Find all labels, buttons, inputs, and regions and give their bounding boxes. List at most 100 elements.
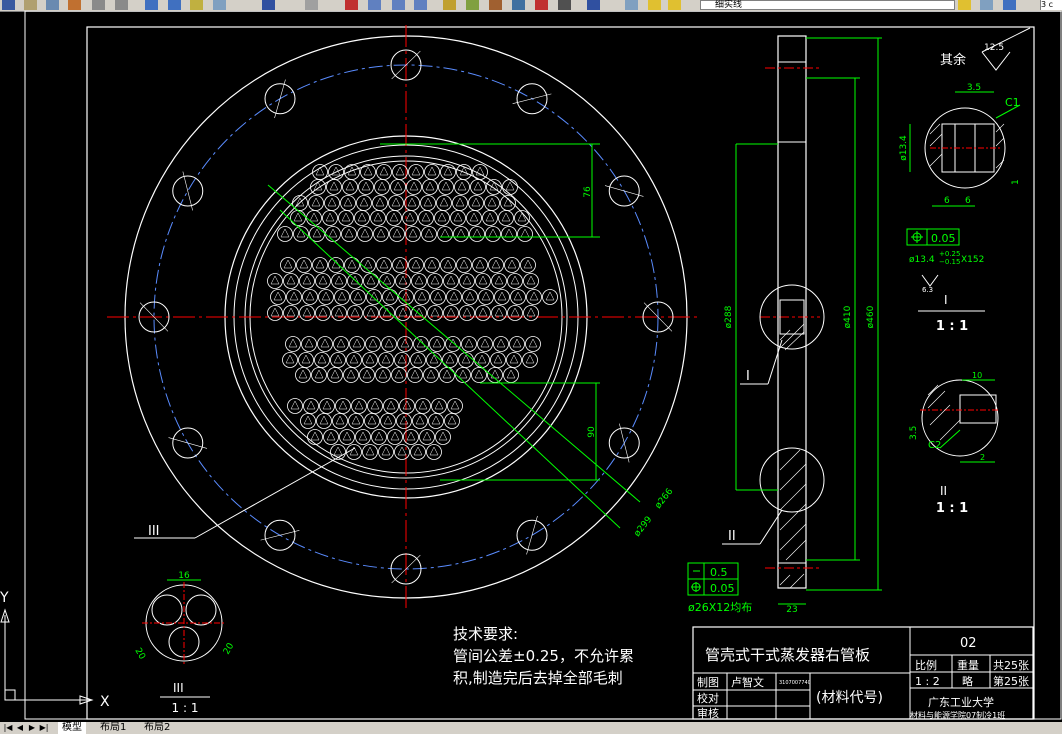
block-icon[interactable] [213,0,226,10]
tube-hole-mark [477,354,487,364]
tube-hole-mark [402,400,412,410]
print-icon[interactable] [24,0,37,10]
bolt-hole-centerline [168,437,208,449]
layer-dropdown[interactable]: 细实线 [700,0,955,10]
dim-90: 90 [587,426,597,438]
detail1-lower-deviation: −0.15 [939,258,960,266]
tube-hole-mark [376,228,386,238]
technical-requirements: 技术要求: 管间公差±0.25，不允许累 积,制造完后去掉全部毛刺 [453,625,634,687]
tool-palette-icon[interactable] [489,0,502,10]
tube-hole-mark [433,291,443,301]
tube-hole-mark [328,228,338,238]
drawing-canvas[interactable]: 76 90 ø266 ø299 III ø288 ø410 ø460 23 I … [0,10,1062,722]
tube-hole-mark [310,431,320,441]
layer-states-icon[interactable] [1003,0,1016,10]
next-tab-icon[interactable]: ▶ [26,722,38,734]
tube-hole-mark [505,181,515,191]
dim-299: ø299 [633,515,655,539]
tube-hole-mark [384,338,394,348]
title-material: (材料代号) [816,690,883,706]
tube-hole-mark [471,197,481,207]
tube-hole-mark [290,400,300,410]
drawing-svg: 76 90 ø266 ø299 III ø288 ø410 ø460 23 I … [0,10,1062,720]
match-properties-icon[interactable] [190,0,203,10]
tube-hole-mark [423,197,433,207]
tab-layout2[interactable]: 布局2 [140,722,174,734]
tube-hole-mark [288,338,298,348]
layer-previous-icon[interactable] [980,0,993,10]
zoom-window-icon[interactable] [368,0,381,10]
tube-hole-mark [317,354,327,364]
tube-hole-mark [318,307,328,317]
tube-hole-mark [517,212,527,222]
tube-hole-mark [472,228,482,238]
tube-hole-mark [353,291,363,301]
tube-hole-mark [474,369,484,379]
help-icon[interactable] [587,0,600,10]
zoom-realtime-icon[interactable] [345,0,358,10]
make-current-icon[interactable] [958,0,971,10]
detail1-chamfer: C1 [1005,96,1020,109]
tube-hole-mark [273,291,283,301]
tube-hole-mark [512,338,522,348]
redo-icon[interactable] [168,0,181,10]
prev-tab-icon[interactable]: ◀ [14,722,26,734]
detail1-scale: 1 : 1 [936,319,968,334]
tube-hole-mark [497,291,507,301]
orbit-icon[interactable] [305,0,318,10]
tab-model[interactable]: 模型 [58,722,86,734]
layer-on-icon[interactable] [648,0,661,10]
tech-line-1: 管间公差±0.25，不允许累 [453,647,634,665]
first-tab-icon[interactable]: |◀ [2,722,14,734]
tube-hole-mark [504,228,514,238]
tube-hole-mark [414,307,424,317]
tube-hole-mark [478,275,488,285]
save-icon[interactable] [2,0,15,10]
cut-icon[interactable] [92,0,105,10]
tube-hole-mark [286,307,296,317]
tube-hole-mark [370,400,380,410]
calculator-icon[interactable] [558,0,571,10]
publish-icon[interactable] [68,0,81,10]
tube-hole-mark [491,259,501,269]
tube-hole-mark [494,307,504,317]
tube-hole-mark [331,259,341,269]
tube-hole-mark [312,228,322,238]
sheet-set-icon[interactable] [512,0,525,10]
tab-layout1[interactable]: 布局1 [96,722,130,734]
tube-hole-mark [357,212,367,222]
tube-hole-mark [381,354,391,364]
tube-hole-mark [446,275,456,285]
tube-hole-mark [330,369,340,379]
copy-icon[interactable] [115,0,128,10]
tube-hole-mark [379,166,389,176]
color-field[interactable]: 3 c [1040,0,1062,10]
markup-icon[interactable] [535,0,548,10]
zoom-extents-icon[interactable] [414,0,427,10]
preview-icon[interactable] [46,0,59,10]
tube-hole-mark [407,197,417,207]
properties-icon[interactable] [443,0,456,10]
undo-icon[interactable] [145,0,158,10]
last-tab-icon[interactable]: ▶| [38,722,50,734]
tube-hole-mark [334,275,344,285]
tube-hole-mark [325,212,335,222]
tube-hole-mark [421,212,431,222]
tube-hole-mark [417,291,427,301]
tube-hole-mark [400,338,410,348]
title-class: 材料与能源学院07制冷1班 [910,710,1005,720]
pan-icon[interactable] [262,0,275,10]
tube-hole-mark [289,291,299,301]
zoom-previous-icon[interactable] [392,0,405,10]
tube-hole-mark [478,307,488,317]
layer-freeze-icon[interactable] [668,0,681,10]
tube-hole-mark [285,354,295,364]
tube-hole-mark [424,228,434,238]
tube-hole-mark [299,259,309,269]
tube-hole-mark [381,446,391,456]
design-center-icon[interactable] [466,0,479,10]
tube-hole-mark [366,275,376,285]
tube-hole-mark [391,197,401,207]
plate-front-view: 76 90 ø266 ø299 III [107,25,700,612]
layer-manager-icon[interactable] [625,0,638,10]
